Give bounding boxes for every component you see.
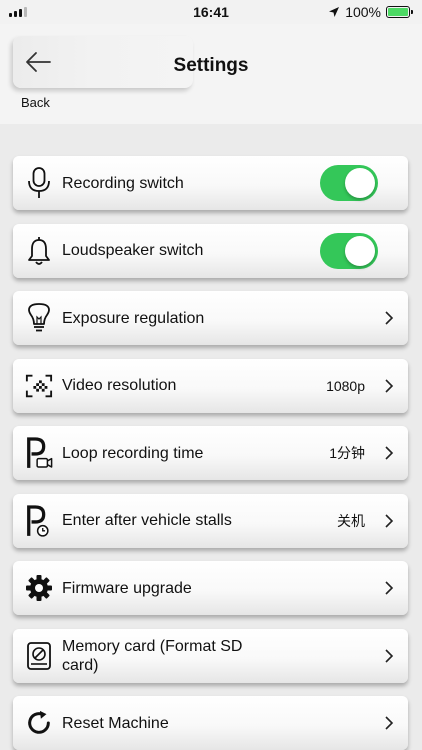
- chevron-right-icon: [385, 716, 394, 730]
- sd-card-icon: [25, 639, 53, 673]
- setting-label: Video resolution: [62, 377, 177, 394]
- parking-clock-icon: [25, 504, 53, 538]
- setting-firmware-upgrade[interactable]: Firmware upgrade: [13, 561, 408, 615]
- chevron-right-icon: [385, 446, 394, 460]
- setting-label: Enter after vehicle stalls: [62, 512, 232, 529]
- back-label[interactable]: Back: [21, 95, 50, 110]
- battery-charging-icon: [386, 6, 413, 18]
- setting-memory-card[interactable]: Memory card (Format SD card): [13, 628, 408, 683]
- resolution-frame-icon: [25, 369, 53, 403]
- chevron-right-icon: [385, 311, 394, 325]
- gear-icon: [25, 571, 53, 605]
- setting-label: Loudspeaker switch: [62, 242, 204, 259]
- settings-list: Recording switch Loudspeaker switch Expo…: [13, 156, 408, 750]
- page-title: Settings: [173, 55, 249, 76]
- setting-video-resolution[interactable]: Video resolution 1080p: [13, 358, 408, 413]
- setting-label: Recording switch: [62, 174, 184, 192]
- status-right: 100%: [328, 4, 413, 20]
- reset-icon: [25, 706, 53, 740]
- chevron-right-icon: [385, 378, 394, 393]
- status-bar: 16:41 100%: [0, 0, 422, 24]
- setting-label: Loop recording time: [62, 444, 204, 462]
- chevron-right-icon: [385, 648, 394, 663]
- setting-loudspeaker-switch[interactable]: Loudspeaker switch: [13, 223, 408, 278]
- setting-loop-recording-time[interactable]: Loop recording time 1分钟: [13, 426, 408, 480]
- setting-label: Exposure regulation: [62, 309, 205, 327]
- header: Back Settings: [0, 24, 422, 124]
- chevron-right-icon: [385, 581, 394, 595]
- setting-label: Reset Machine: [62, 714, 169, 732]
- setting-value: 关机: [337, 512, 365, 529]
- setting-label: Firmware upgrade: [62, 579, 192, 597]
- battery-percent: 100%: [345, 4, 381, 20]
- bell-icon: [25, 234, 53, 268]
- microphone-icon: [25, 166, 53, 200]
- parking-camera-icon: [25, 436, 53, 470]
- setting-value: 1080p: [326, 377, 365, 394]
- setting-reset-machine[interactable]: Reset Machine: [13, 696, 408, 750]
- setting-label: Memory card (Format SD card): [62, 637, 243, 674]
- loudspeaker-switch-toggle[interactable]: [320, 232, 378, 269]
- chevron-right-icon: [385, 513, 394, 528]
- setting-value: 1分钟: [329, 445, 365, 461]
- setting-enter-after-vehicle-stalls[interactable]: Enter after vehicle stalls 关机: [13, 493, 408, 548]
- setting-recording-switch[interactable]: Recording switch: [13, 156, 408, 210]
- setting-exposure-regulation[interactable]: Exposure regulation: [13, 291, 408, 345]
- recording-switch-toggle[interactable]: [320, 165, 378, 201]
- lightbulb-icon: [25, 301, 53, 335]
- location-arrow-icon: [329, 7, 340, 17]
